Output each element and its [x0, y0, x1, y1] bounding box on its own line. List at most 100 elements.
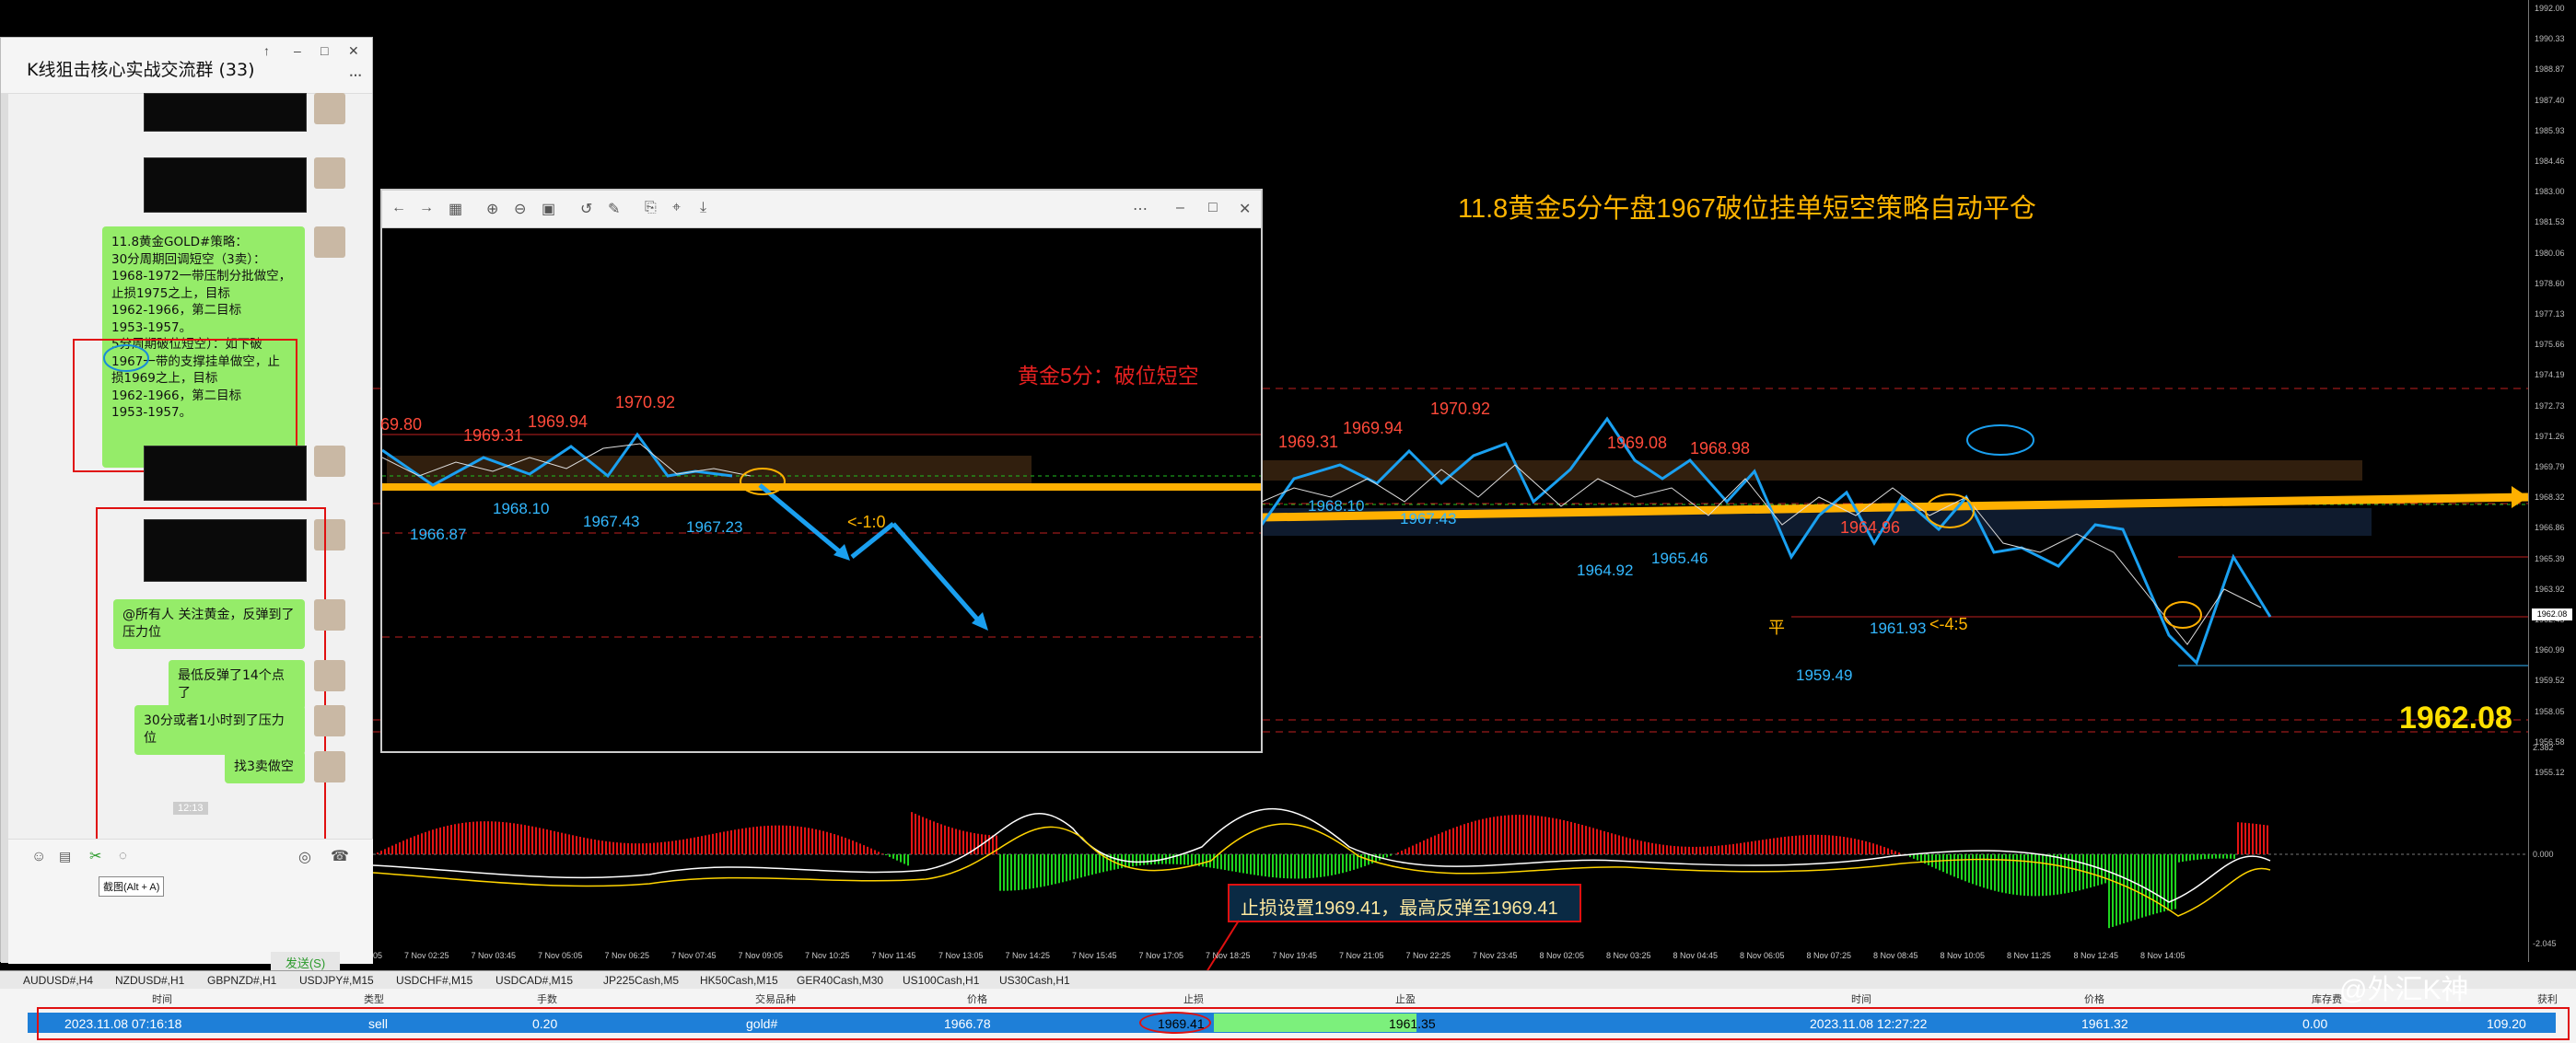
maximize-icon[interactable]: □: [1208, 200, 1218, 216]
phone-icon[interactable]: ☎: [331, 847, 349, 865]
macd-bar: [1592, 828, 1594, 854]
message-bubble[interactable]: 找3卖做空: [225, 751, 305, 783]
scissors-icon[interactable]: ✂: [89, 847, 101, 865]
avatar[interactable]: [314, 157, 345, 189]
macd-bar: [2145, 854, 2147, 917]
macd-bar: [616, 842, 618, 854]
macd-bar: [1961, 854, 1963, 880]
scan-icon[interactable]: ⌖: [672, 200, 681, 216]
macd-bar: [1147, 854, 1148, 865]
macd-bar: [2219, 854, 2220, 859]
message-bubble[interactable]: @所有人 关注黄金，反弹到了 压力位: [113, 599, 305, 649]
rotate-icon[interactable]: ↺: [580, 200, 592, 218]
macd-bar: [480, 821, 482, 854]
chart-thumbnail[interactable]: [144, 446, 307, 501]
zoom-in-icon[interactable]: ⊕: [486, 200, 498, 218]
avatar[interactable]: [314, 705, 345, 736]
macd-bar: [1430, 837, 1432, 854]
avatar[interactable]: [314, 446, 345, 477]
symbol-tab[interactable]: NZDUSD#,H1: [115, 974, 184, 987]
symbol-tab[interactable]: GBPNZD#,H1: [207, 974, 276, 987]
label-1961-93: 1961.93: [1870, 620, 1927, 637]
avatar[interactable]: [314, 226, 345, 258]
symbol-tab[interactable]: US30Cash,H1: [999, 974, 1070, 987]
macd-bar: [966, 831, 968, 854]
macd-bar: [682, 839, 684, 854]
chat-scrollbar[interactable]: [1, 93, 8, 963]
column-header[interactable]: 获利: [2537, 991, 2558, 1006]
download-icon[interactable]: ⤓: [700, 200, 706, 216]
edit-icon[interactable]: ✎: [608, 200, 620, 218]
symbol-tab[interactable]: USDJPY#,M15: [299, 974, 374, 987]
column-header[interactable]: 止损: [1183, 991, 1204, 1006]
column-header[interactable]: 类型: [364, 991, 384, 1006]
symbol-tab[interactable]: USDCHF#,M15: [396, 974, 472, 987]
macd-bar: [579, 836, 581, 854]
minimize-icon[interactable]: –: [294, 43, 301, 58]
image-viewer[interactable]: ← → ▦ ⊕ ⊖ ▣ ↺ ✎ ⎘ ⌖ ⤓ ⋯ – □ ✕ 黄金5分：破位短空 …: [380, 189, 1263, 753]
zoom-out-icon[interactable]: ⊖: [514, 200, 526, 218]
macd-bar: [1305, 854, 1307, 879]
macd-bar: [2211, 854, 2213, 859]
macd-bar: [1802, 835, 1804, 854]
copy-icon[interactable]: ⎘: [645, 200, 657, 216]
macd-bar: [1073, 854, 1075, 880]
macd-bar: [439, 827, 441, 854]
column-header[interactable]: 交易品种: [755, 991, 796, 1006]
fit-icon[interactable]: ▣: [542, 200, 555, 218]
back-icon[interactable]: ←: [391, 200, 406, 216]
macd-bar: [432, 829, 434, 854]
column-header[interactable]: 时间: [1851, 991, 1871, 1006]
macd-bar: [937, 822, 938, 854]
symbol-tab[interactable]: JP225Cash,M5: [603, 974, 679, 987]
axis-tick: 1985.93: [2535, 125, 2565, 135]
chat-bubble-icon[interactable]: ◌: [119, 848, 127, 863]
column-header[interactable]: 时间: [152, 991, 172, 1006]
chart-thumbnail[interactable]: [144, 157, 307, 213]
macd-bar: [1206, 854, 1207, 867]
macd-bar: [1018, 854, 1020, 890]
more-icon[interactable]: ⋯: [1133, 200, 1148, 218]
symbol-tab[interactable]: HK50Cash,M15: [700, 974, 778, 987]
chat-window[interactable]: K线狙击核心实战交流群 (33) ↑ – □ ✕ ⋯ 11.8黄金GOLD#策略…: [0, 37, 373, 976]
macd-bar: [2241, 822, 2243, 854]
time-label: 7 Nov 06:25: [604, 951, 650, 960]
column-header[interactable]: 手数: [537, 991, 557, 1006]
close-icon[interactable]: ✕: [1239, 200, 1251, 218]
macd-bar: [1574, 822, 1576, 854]
column-header[interactable]: 库存费: [2312, 991, 2342, 1006]
minimize-icon[interactable]: –: [1176, 200, 1184, 216]
macd-bar: [1581, 825, 1583, 854]
macd-bar: [741, 828, 743, 854]
folder-icon[interactable]: ▤: [59, 849, 71, 864]
pin-icon[interactable]: ↑: [263, 43, 270, 58]
emoji-icon[interactable]: ☺: [31, 849, 46, 865]
macd-bar: [1279, 854, 1281, 878]
column-header[interactable]: 价格: [2084, 991, 2104, 1006]
macd-bar: [1143, 854, 1145, 865]
target-icon[interactable]: ◎: [298, 848, 311, 866]
column-header[interactable]: 止盈: [1395, 991, 1416, 1006]
maximize-icon[interactable]: □: [321, 43, 328, 58]
column-header[interactable]: 价格: [967, 991, 987, 1006]
avatar[interactable]: [314, 751, 345, 782]
avatar[interactable]: [314, 93, 345, 124]
macd-bar: [1622, 836, 1624, 854]
avatar[interactable]: [314, 660, 345, 691]
message-bubble[interactable]: 最低反弹了14个点了: [169, 660, 305, 710]
chart-thumbnail[interactable]: [144, 93, 307, 132]
symbol-tab[interactable]: AUDUSD#,H4: [23, 974, 93, 987]
avatar[interactable]: [314, 599, 345, 631]
close-icon[interactable]: ✕: [348, 43, 359, 59]
symbol-tab[interactable]: US100Cash,H1: [903, 974, 979, 987]
more-icon[interactable]: ⋯: [349, 67, 362, 83]
macd-bar: [712, 833, 714, 854]
axis-tick: 1955.12: [2535, 768, 2565, 777]
symbol-tab[interactable]: USDCAD#,M15: [495, 974, 573, 987]
macd-bar: [380, 851, 382, 854]
forward-icon[interactable]: →: [419, 200, 434, 216]
message-bubble[interactable]: 30分或者1小时到了压力位: [134, 705, 305, 755]
grid-icon[interactable]: ▦: [449, 200, 462, 218]
macd-bar: [1021, 854, 1023, 890]
symbol-tab[interactable]: GER40Cash,M30: [797, 974, 883, 987]
